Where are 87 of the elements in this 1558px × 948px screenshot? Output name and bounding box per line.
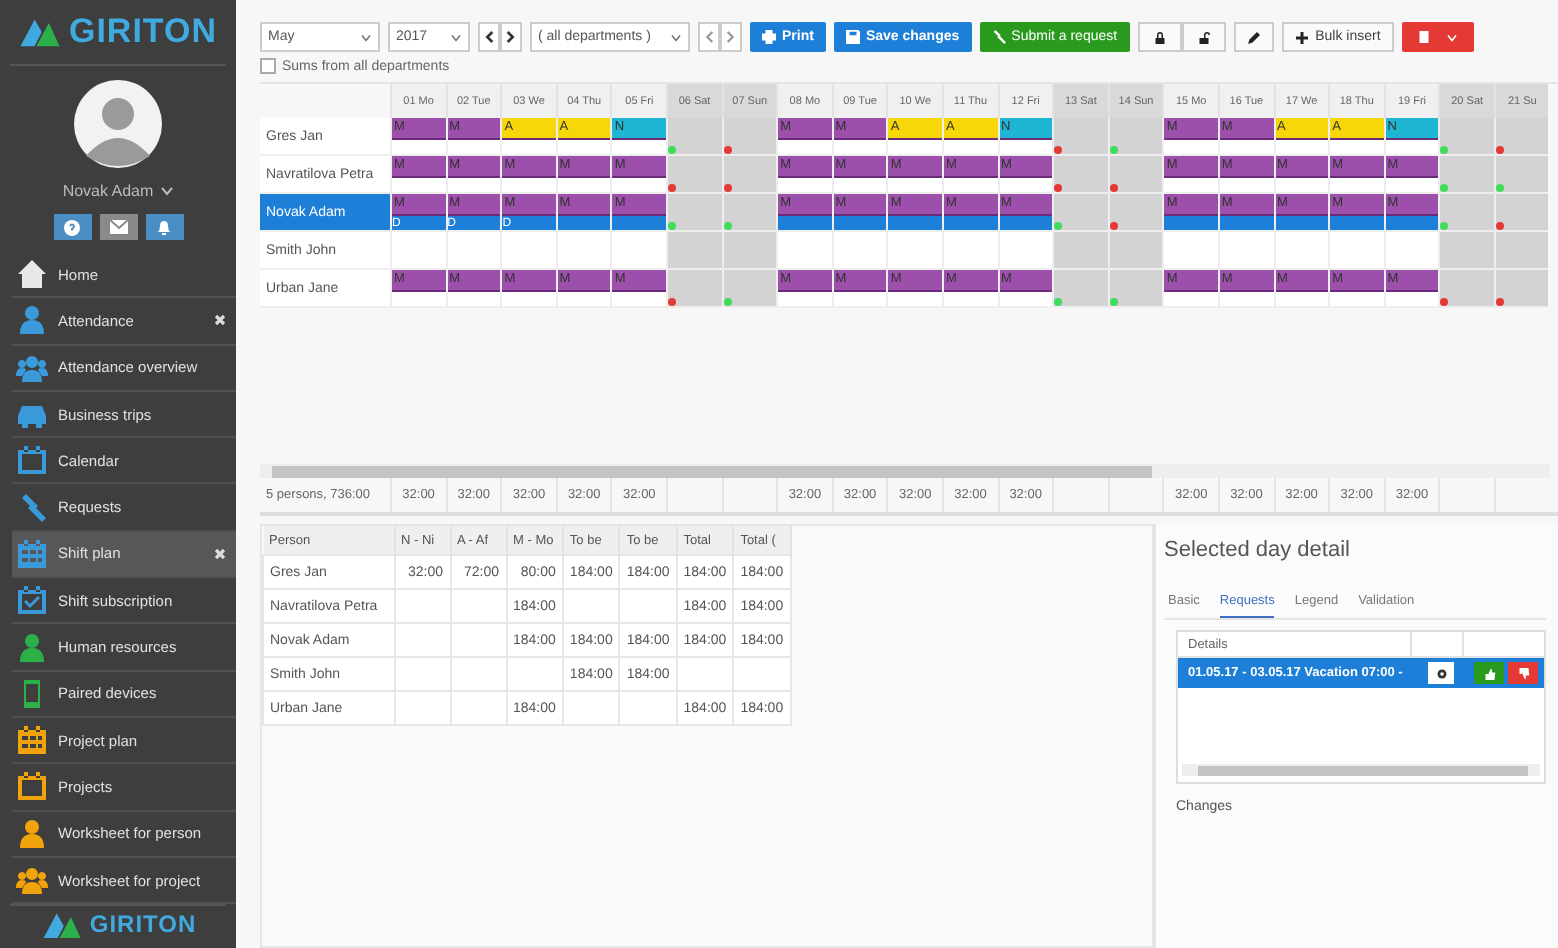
thumbs-down-icon [1517,667,1529,679]
settings-button[interactable] [1428,662,1454,684]
gear-icon [1435,667,1447,679]
day-cell[interactable] [1107,194,1163,232]
bell-icon [156,219,172,235]
close-icon[interactable] [214,547,226,560]
scrollbar[interactable] [260,464,1550,478]
day-cell[interactable] [1052,118,1108,156]
day-cell[interactable] [1383,232,1439,270]
caret-icon [1446,33,1459,41]
day-cell[interactable] [1162,232,1218,270]
plus-icon [1295,31,1308,43]
day-cell[interactable] [1438,232,1494,270]
day-cell[interactable] [1107,270,1163,308]
day-cell[interactable] [1438,194,1494,232]
day-cell[interactable] [721,232,777,270]
help-button[interactable] [53,214,91,240]
day-cell[interactable] [1493,194,1549,232]
day-cell[interactable] [500,232,556,270]
user-menu[interactable]: Novak Adam [62,182,174,200]
day-cell[interactable] [1107,118,1163,156]
footer-logo: GIRITON [10,904,226,939]
day-cell[interactable] [445,232,501,270]
edit-button[interactable] [1233,22,1274,52]
day-cell[interactable] [1107,156,1163,194]
day-cell[interactable] [665,232,722,270]
day-cell[interactable] [665,194,722,232]
chevron-left-icon [484,30,494,44]
lock-button[interactable] [1137,22,1182,52]
day-cell[interactable] [1217,232,1273,270]
day-cell[interactable] [1052,232,1108,270]
day-cell[interactable] [831,232,887,270]
day-cell[interactable] [1493,232,1549,270]
logo: GIRITON [10,0,226,66]
day-cell[interactable] [1493,118,1549,156]
pen-icon [1247,31,1260,43]
day-cell[interactable] [1328,232,1384,270]
unlocked-icon [1197,31,1210,43]
caret-icon [159,186,174,196]
day-cell[interactable] [1493,270,1549,308]
day-cell[interactable] [1107,232,1163,270]
delete-menu-button[interactable] [1402,22,1475,52]
help-icon [64,219,80,235]
day-cell[interactable] [1052,270,1108,308]
day-cell[interactable] [776,232,832,270]
unlock-button[interactable] [1181,22,1226,52]
panel-title: Selected day detail [1164,538,1352,562]
day-cell[interactable] [1438,156,1494,194]
day-cell[interactable] [1438,270,1494,308]
day-cell[interactable] [1052,156,1108,194]
day-cell[interactable] [665,118,722,156]
caret-icon [450,33,462,41]
day-cell[interactable] [721,118,777,156]
mail-button[interactable] [99,214,137,240]
next-button[interactable] [500,22,522,52]
day-cell[interactable] [1052,194,1108,232]
day-cell[interactable] [665,270,722,308]
avatar [74,80,162,168]
chevron-left-icon [704,30,714,44]
day-cell[interactable] [1493,156,1549,194]
checkbox[interactable] [260,58,276,74]
day-cell[interactable] [1438,118,1494,156]
close-icon[interactable] [214,314,226,327]
day-cell[interactable] [886,232,942,270]
scrollbar[interactable] [1182,764,1540,776]
envelope-icon [109,220,127,234]
day-cell[interactable] [721,194,777,232]
day-cell[interactable] [721,270,777,308]
day-cell[interactable] [721,156,777,194]
caret-icon [360,33,372,41]
document-icon [1418,30,1431,44]
caret-icon [670,33,682,41]
day-cell[interactable] [941,232,998,270]
notifications-button[interactable] [145,214,183,240]
day-cell[interactable] [390,232,446,270]
reject-button[interactable] [1508,662,1538,684]
approve-button[interactable] [1474,662,1504,684]
previous-button[interactable] [478,22,500,52]
lock-icon [1153,31,1166,43]
chevron-right-icon [726,30,736,44]
day-cell[interactable] [997,232,1053,270]
day-cell[interactable] [610,232,666,270]
day-cell[interactable] [1273,232,1329,270]
day-cell[interactable] [665,156,722,194]
day-cell[interactable] [555,232,611,270]
chevron-right-icon [506,30,516,44]
thumbs-up-icon [1483,667,1495,679]
